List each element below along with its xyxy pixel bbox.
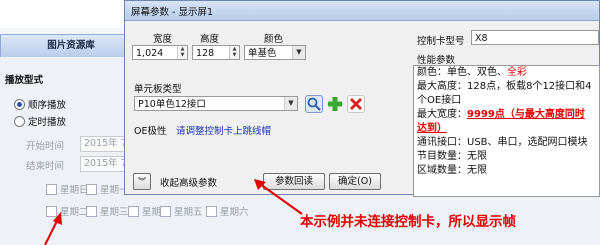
arrowhead-icon xyxy=(254,179,266,190)
annotation-arrows xyxy=(44,179,303,245)
annotation-caption: 本示例并未连接控制卡，所以显示帧 xyxy=(300,214,516,230)
arrow-to-readback xyxy=(259,183,303,215)
arrowhead-icon xyxy=(53,212,62,225)
arrow-to-weekdays xyxy=(44,218,59,245)
